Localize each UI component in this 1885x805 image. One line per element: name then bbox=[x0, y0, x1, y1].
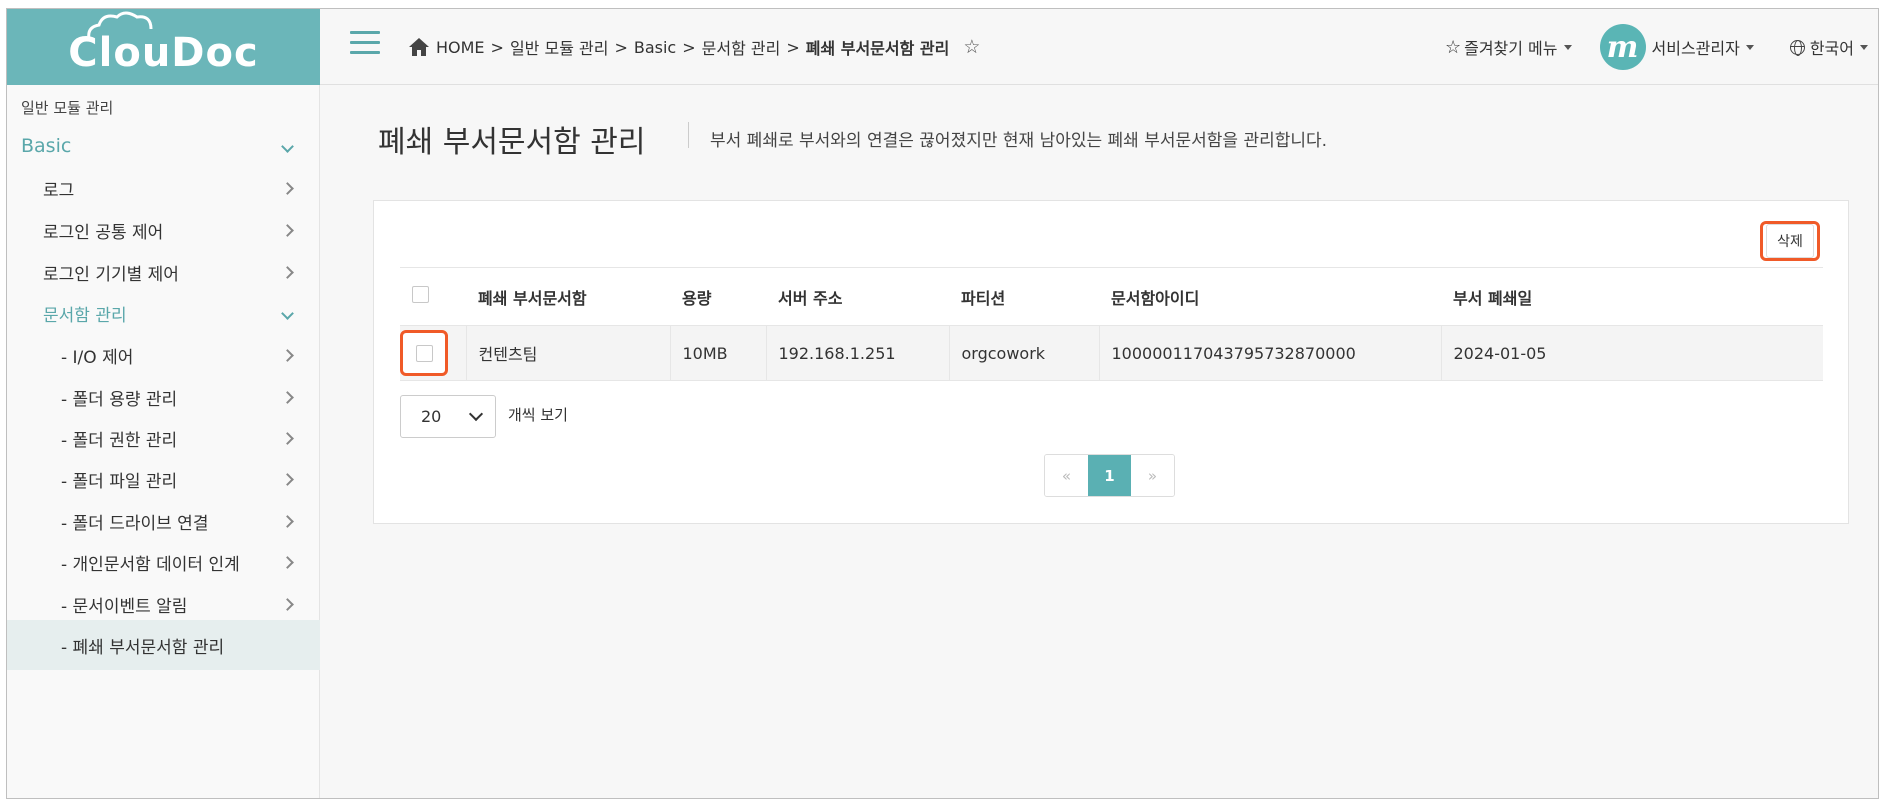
logo[interactable]: ClouDoc bbox=[7, 9, 320, 85]
page-button-current[interactable]: 1 bbox=[1088, 455, 1131, 496]
table-cell: 100000117043795732870000 bbox=[1098, 325, 1441, 381]
delete-button-label: 삭제 bbox=[1766, 224, 1814, 258]
sidebar-item-label: - 문서이벤트 알림 bbox=[61, 596, 188, 617]
language-label: 한국어 bbox=[1809, 39, 1854, 58]
sidebar-item-label: - 폴더 권한 관리 bbox=[61, 430, 178, 451]
breadcrumb-separator: > bbox=[786, 37, 800, 57]
sidebar-item-label: - 폐쇄 부서문서함 관리 bbox=[61, 637, 225, 658]
page-size-label: 개씩 보기 bbox=[508, 406, 568, 424]
star-icon: ☆ bbox=[1444, 36, 1462, 58]
table-cell: 2024-01-05 bbox=[1440, 325, 1823, 381]
table-row[interactable]: 컨텐츠팀 10MB 192.168.1.251 orgcowork 100000… bbox=[400, 325, 1823, 381]
sidebar-item-label: 로그인 공통 제어 bbox=[43, 222, 164, 243]
chevron-down-icon bbox=[468, 406, 484, 422]
language-selector[interactable]: 한국어 bbox=[1789, 35, 1868, 59]
sidebar-item-label: Basic bbox=[21, 135, 72, 157]
star-icon[interactable]: ☆ bbox=[963, 36, 980, 58]
sidebar: 일반 모듈 관리 Basic 로그 로그인 공통 제어 로그인 기기별 제어 문… bbox=[7, 85, 320, 798]
page-description: 부서 폐쇄로 부서와의 연결은 끊어졌지만 현재 남아있는 폐쇄 부서문서함을 … bbox=[710, 131, 1328, 151]
breadcrumb-item[interactable]: 일반 모듈 관리 bbox=[510, 35, 609, 59]
app-window: ClouDoc 일반 모듈 관리 Basic 로그 로그인 공통 제어 로그인 … bbox=[6, 8, 1879, 799]
globe-icon bbox=[1789, 39, 1805, 56]
row-checkbox[interactable] bbox=[415, 344, 433, 362]
table-cell: 컨텐츠팀 bbox=[465, 325, 670, 381]
prev-page-button[interactable]: « bbox=[1045, 455, 1088, 496]
breadcrumb-item[interactable]: 문서함 관리 bbox=[702, 35, 781, 59]
chevron-right-icon bbox=[281, 597, 294, 611]
breadcrumb-item[interactable]: Basic bbox=[634, 38, 676, 57]
topbar: HOME > 일반 모듈 관리 > Basic > 문서함 관리 > 폐쇄 부서… bbox=[320, 9, 1878, 85]
content-panel: 삭제 폐쇄 부서문서함 용량 서버 주소 파티션 문서함아이디 부서 폐쇄일 컨… bbox=[373, 200, 1849, 524]
title-divider bbox=[688, 122, 689, 148]
pagination: « 1 » bbox=[1044, 454, 1175, 497]
breadcrumb-current: 폐쇄 부서문서함 관리 bbox=[805, 39, 950, 58]
chevron-right-icon bbox=[281, 348, 294, 362]
column-header[interactable]: 서버 주소 bbox=[766, 267, 949, 326]
breadcrumb: HOME > 일반 모듈 관리 > Basic > 문서함 관리 > 폐쇄 부서… bbox=[408, 35, 980, 59]
column-header[interactable]: 부서 폐쇄일 bbox=[1441, 267, 1823, 326]
avatar: m bbox=[1599, 24, 1646, 70]
next-page-button[interactable]: » bbox=[1131, 455, 1174, 496]
topbar-actions: ☆ 즐겨찾기 메뉴 m 서비스관리자 한국어 bbox=[1445, 9, 1878, 85]
chevron-right-icon bbox=[281, 514, 294, 528]
chevron-right-icon bbox=[281, 472, 294, 486]
table-cell: 192.168.1.251 bbox=[765, 325, 949, 381]
sidebar-item-label: 문서함 관리 bbox=[43, 305, 127, 326]
row-select-cell bbox=[400, 325, 466, 381]
breadcrumb-separator: > bbox=[682, 37, 696, 57]
sidebar-item-closed-dept-docbox[interactable]: - 폐쇄 부서문서함 관리 bbox=[7, 620, 320, 670]
chevron-right-icon bbox=[281, 555, 294, 569]
page-title: 폐쇄 부서문서함 관리 bbox=[378, 125, 646, 160]
main-content: 폐쇄 부서문서함 관리 부서 폐쇄로 부서와의 연결은 끊어졌지만 현재 남아있… bbox=[320, 86, 1878, 798]
column-header[interactable]: 폐쇄 부서문서함 bbox=[466, 267, 670, 326]
menu-icon[interactable] bbox=[350, 31, 380, 55]
row-checkbox-highlight[interactable] bbox=[400, 330, 448, 376]
user-menu[interactable]: m 서비스관리자 bbox=[1599, 24, 1754, 70]
column-header[interactable]: 파티션 bbox=[949, 267, 1099, 326]
caret-down-icon bbox=[1745, 44, 1754, 50]
table-cell: orgcowork bbox=[948, 325, 1099, 381]
table-cell: 10MB bbox=[669, 325, 766, 381]
favorites-label: 즐겨찾기 메뉴 bbox=[1464, 39, 1558, 58]
closed-docbox-table: 폐쇄 부서문서함 용량 서버 주소 파티션 문서함아이디 부서 폐쇄일 컨텐츠팀… bbox=[400, 267, 1823, 381]
chevron-down-icon bbox=[281, 139, 294, 153]
sidebar-item-label: - 폴더 용량 관리 bbox=[61, 389, 178, 410]
home-icon[interactable] bbox=[408, 37, 430, 57]
chevron-right-icon bbox=[281, 265, 294, 279]
breadcrumb-separator: > bbox=[614, 37, 628, 57]
favorites-menu[interactable]: ☆ 즐겨찾기 메뉴 bbox=[1445, 35, 1572, 59]
table-header-row: 폐쇄 부서문서함 용량 서버 주소 파티션 문서함아이디 부서 폐쇄일 bbox=[400, 267, 1823, 326]
sidebar-item-label: 로그인 기기별 제어 bbox=[43, 264, 179, 285]
chevron-right-icon bbox=[281, 431, 294, 445]
user-name: 서비스관리자 bbox=[1651, 39, 1740, 58]
chevron-right-icon bbox=[281, 390, 294, 404]
column-header[interactable]: 용량 bbox=[670, 267, 766, 326]
breadcrumb-separator: > bbox=[490, 37, 504, 57]
page-size-select[interactable]: 20 bbox=[400, 395, 496, 438]
column-header[interactable]: 문서함아이디 bbox=[1099, 267, 1441, 326]
page-size-value: 20 bbox=[421, 407, 442, 426]
sidebar-item-label: - 폴더 파일 관리 bbox=[61, 471, 178, 492]
chevron-right-icon bbox=[281, 223, 294, 237]
sidebar-item-label: - 폴더 드라이브 연결 bbox=[61, 513, 209, 534]
sidebar-item-label: - 개인문서함 데이터 인계 bbox=[61, 554, 240, 575]
sidebar-section-label: 일반 모듈 관리 bbox=[21, 98, 114, 117]
select-all-cell bbox=[400, 267, 466, 326]
caret-down-icon bbox=[1563, 44, 1572, 50]
logo-text: ClouDoc bbox=[68, 30, 259, 76]
sidebar-item-label: 로그 bbox=[43, 180, 75, 201]
chevron-down-icon bbox=[281, 306, 294, 320]
breadcrumb-home[interactable]: HOME bbox=[436, 38, 485, 57]
select-all-checkbox[interactable] bbox=[412, 286, 429, 303]
chevron-right-icon bbox=[281, 181, 294, 195]
delete-button[interactable]: 삭제 bbox=[1760, 221, 1820, 261]
sidebar-item-label: - I/O 제어 bbox=[61, 347, 134, 368]
caret-down-icon bbox=[1860, 44, 1868, 50]
